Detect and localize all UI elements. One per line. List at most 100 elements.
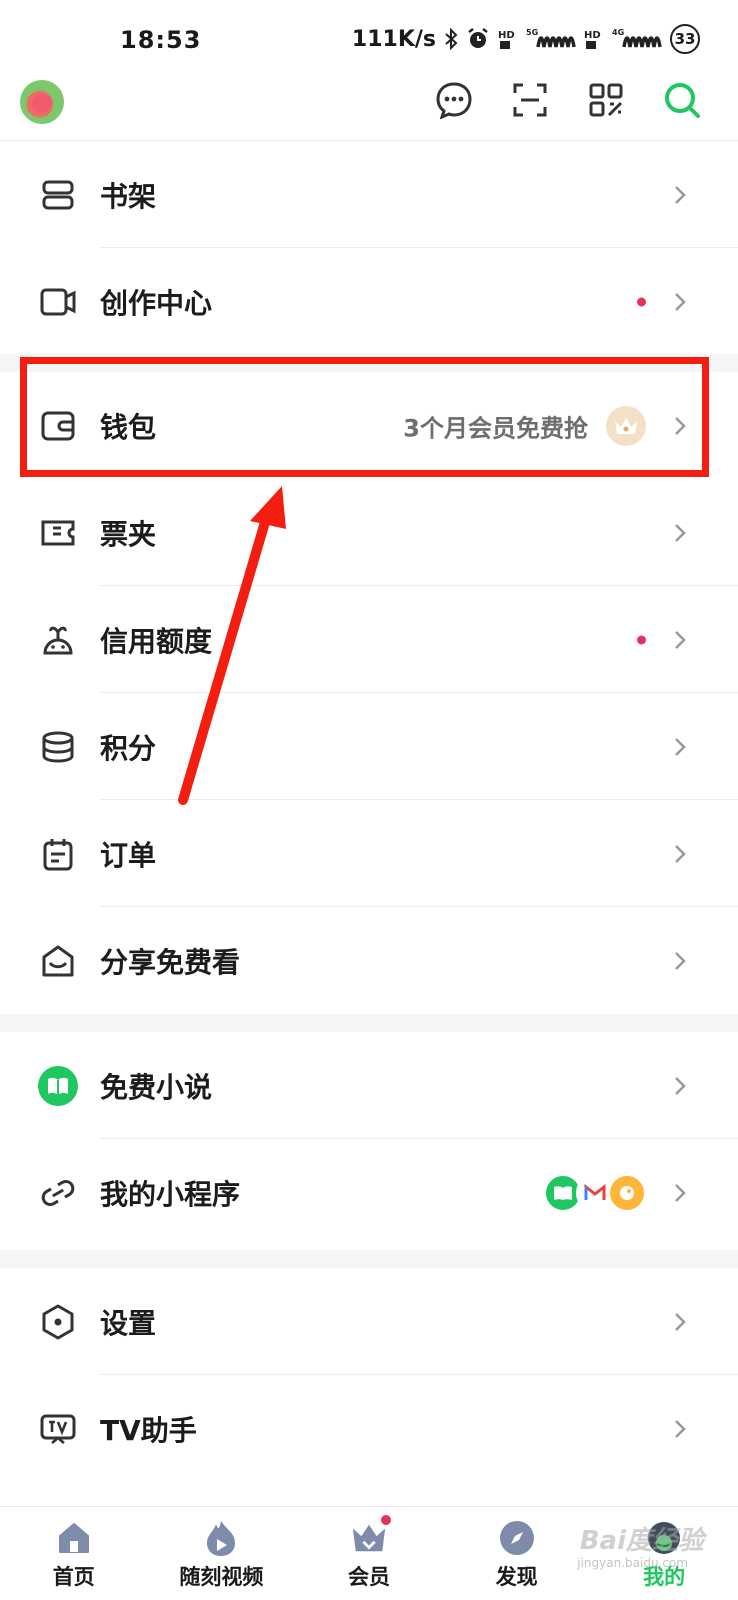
tv-icon	[40, 1411, 76, 1447]
section-gap	[0, 354, 738, 372]
chevron-right-icon	[675, 416, 686, 435]
bluetooth-icon	[445, 28, 458, 50]
svg-text:4G: 4G	[612, 28, 624, 37]
menu-item-label: 积分	[100, 731, 157, 765]
menu-item-ticket-folder[interactable]: 票夹	[0, 479, 738, 586]
wallet-promo-text: 3个月会员免费抢	[403, 414, 588, 442]
ticket-icon	[40, 515, 76, 551]
chevron-right-icon	[675, 1076, 686, 1095]
chevron-right-icon	[675, 1312, 686, 1331]
menu-item-bookshelf[interactable]: 书架	[0, 141, 738, 248]
top-action-bar	[0, 80, 738, 140]
nav-label: 发现	[495, 1565, 538, 1589]
hd-icon: HD	[498, 30, 515, 49]
nav-tab-me[interactable]: 我的	[590, 1507, 738, 1600]
section-finance: 钱包 3个月会员免费抢 票夹 信用额度 积分 订单 分享免费看	[0, 372, 738, 1014]
bottom-navigation: 首页 随刻视频 会员 发现 我的	[0, 1506, 738, 1600]
nav-tab-suike-video[interactable]: 随刻视频	[148, 1507, 296, 1600]
nav-label: 我的	[643, 1565, 686, 1589]
menu-item-label: 创作中心	[100, 286, 213, 320]
alarm-icon	[468, 28, 488, 48]
battery-indicator: 33	[670, 24, 700, 54]
chevron-right-icon	[675, 630, 686, 649]
menu-item-label: TV助手	[100, 1413, 197, 1447]
svg-text:HD: HD	[498, 30, 515, 41]
nav-label: 首页	[52, 1565, 95, 1589]
nav-label: 会员	[347, 1565, 390, 1589]
avatar[interactable]	[20, 80, 64, 124]
notification-dot	[637, 297, 646, 306]
book-icon	[38, 1065, 78, 1106]
settings-icon	[40, 1304, 76, 1340]
bookshelf-icon	[40, 177, 76, 213]
menu-item-label: 免费小说	[100, 1070, 213, 1104]
wallet-icon	[40, 408, 76, 444]
section-gap	[0, 1014, 738, 1032]
credit-icon	[40, 622, 76, 658]
chevron-right-icon	[675, 523, 686, 542]
menu-item-creator-center[interactable]: 创作中心	[0, 248, 738, 355]
5g-signal-icon: 5G	[526, 28, 576, 48]
notification-dot	[637, 635, 646, 644]
section-settings: 设置 TV助手	[0, 1268, 738, 1482]
4g-signal-icon: 4G	[612, 28, 662, 48]
flame-play-icon	[202, 1519, 240, 1557]
menu-item-label: 订单	[100, 838, 157, 872]
section-content: 书架 创作中心	[0, 140, 738, 355]
status-bar: 18:53 111K/s HD 5G HD 4G 33	[0, 0, 738, 80]
crown-icon	[606, 405, 646, 446]
menu-item-credit-limit[interactable]: 信用额度	[0, 586, 738, 693]
menu-item-label: 票夹	[100, 517, 157, 551]
chevron-right-icon	[675, 737, 686, 756]
menu-item-points[interactable]: 积分	[0, 693, 738, 800]
chevron-right-icon	[675, 844, 686, 863]
menu-item-share-free[interactable]: 分享免费看	[0, 907, 738, 1014]
chevron-right-icon	[675, 185, 686, 204]
vip-crown-icon	[350, 1519, 388, 1557]
menu-item-label: 分享免费看	[100, 945, 241, 979]
message-icon[interactable]	[434, 80, 474, 120]
link-icon	[40, 1175, 76, 1211]
nav-tab-home[interactable]: 首页	[0, 1507, 148, 1600]
camera-icon	[40, 284, 76, 320]
menu-item-mini-programs[interactable]: 我的小程序	[0, 1139, 738, 1246]
profile-icon	[645, 1519, 683, 1557]
chevron-right-icon	[675, 951, 686, 970]
chevron-right-icon	[675, 292, 686, 311]
nav-tab-discover[interactable]: 发现	[443, 1507, 591, 1600]
menu-item-label: 设置	[100, 1306, 157, 1340]
chevron-right-icon	[675, 1419, 686, 1438]
svg-text:5G: 5G	[526, 28, 538, 37]
svg-text:HD: HD	[584, 30, 601, 41]
nav-tab-vip[interactable]: 会员	[295, 1507, 443, 1600]
menu-item-free-novel[interactable]: 免费小说	[0, 1032, 738, 1139]
chevron-right-icon	[675, 1183, 686, 1202]
section-gap	[0, 1250, 738, 1268]
mini-program-icons	[544, 1173, 646, 1212]
status-indicators: 111K/s HD 5G HD 4G 33	[352, 24, 700, 54]
status-time: 18:53	[120, 26, 202, 54]
top-icons	[434, 80, 702, 120]
section-extras: 免费小说 我的小程序	[0, 1032, 738, 1246]
compass-icon	[498, 1519, 536, 1557]
menu-item-tv-assistant[interactable]: TV助手	[0, 1375, 738, 1482]
menu-item-orders[interactable]: 订单	[0, 800, 738, 907]
order-icon	[40, 836, 76, 872]
menu-item-settings[interactable]: 设置	[0, 1268, 738, 1375]
menu-item-wallet[interactable]: 钱包 3个月会员免费抢	[0, 372, 738, 479]
menu-item-label: 钱包	[100, 410, 157, 444]
qr-code-icon[interactable]	[586, 80, 626, 120]
game-app-icon	[608, 1173, 646, 1212]
menu-item-label: 信用额度	[100, 624, 213, 658]
share-icon	[40, 943, 76, 979]
search-icon[interactable]	[662, 80, 702, 120]
hd-icon: HD	[584, 30, 601, 49]
notification-dot	[380, 1515, 391, 1525]
home-icon	[55, 1519, 93, 1557]
coins-icon	[40, 729, 76, 765]
scan-icon[interactable]	[510, 80, 550, 120]
menu-item-label: 书架	[100, 179, 157, 213]
menu-item-label: 我的小程序	[100, 1177, 241, 1211]
network-speed: 111K/s	[351, 26, 436, 52]
nav-label: 随刻视频	[179, 1565, 264, 1589]
